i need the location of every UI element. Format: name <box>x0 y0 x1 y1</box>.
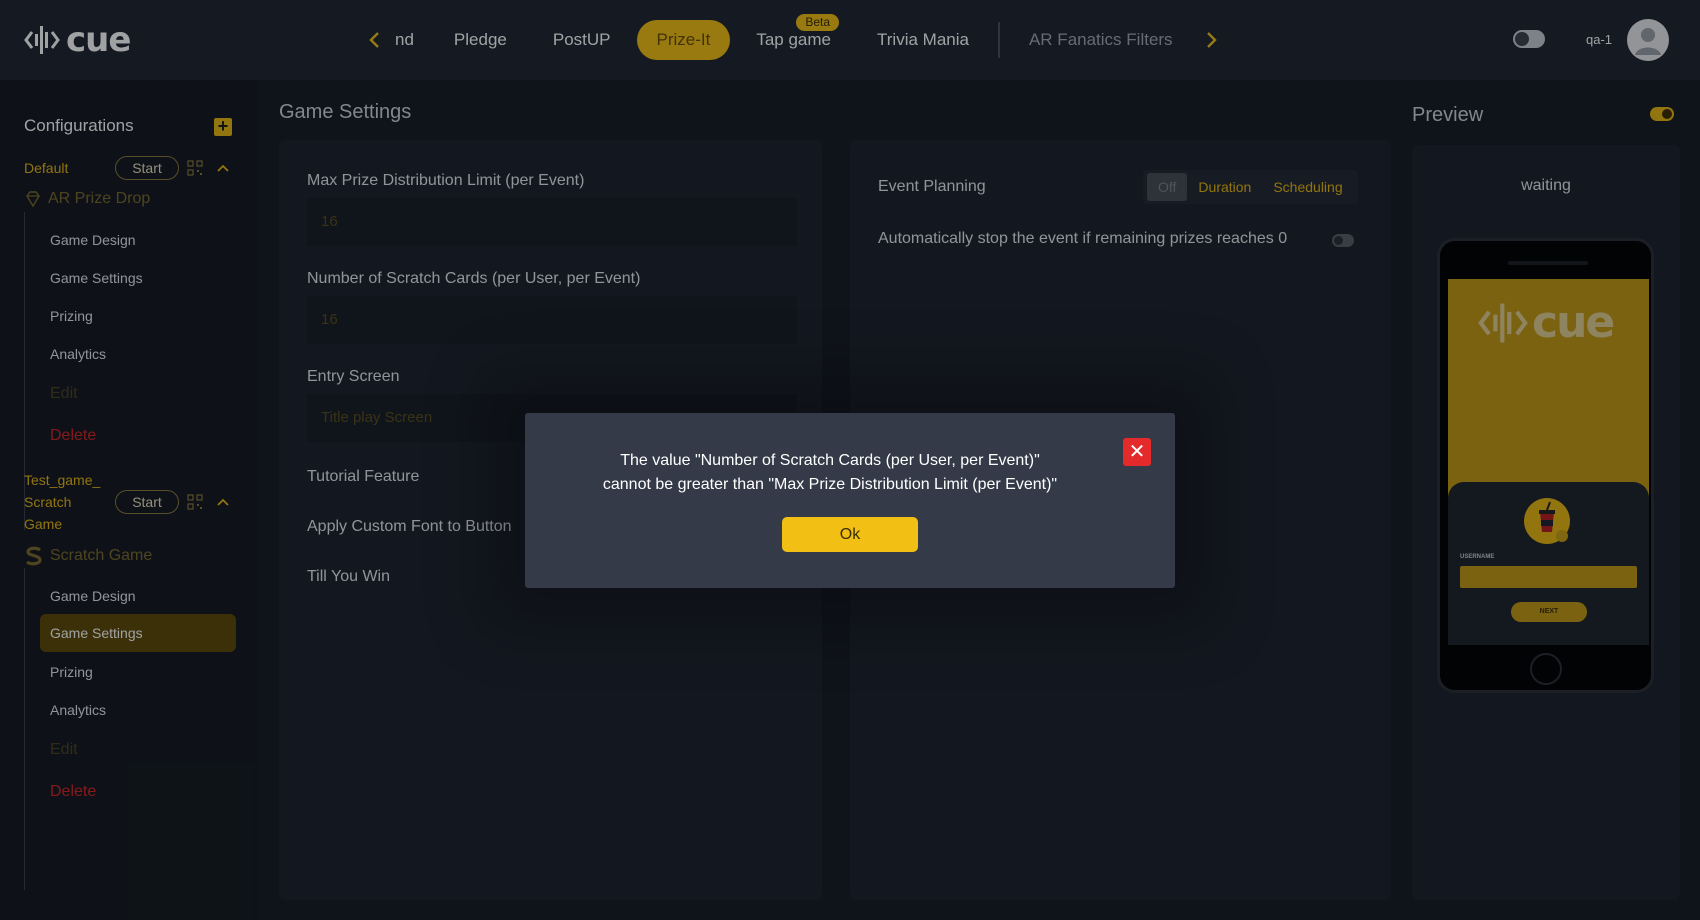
modal-message-line: cannot be greater than "Max Prize Distri… <box>602 476 1058 493</box>
modal-message: The value "Number of Scratch Cards (per … <box>565 449 1095 497</box>
modal-ok-button[interactable]: Ok <box>782 517 918 552</box>
close-icon: ✕ <box>1128 441 1146 463</box>
modal-close-button[interactable]: ✕ <box>1123 438 1151 466</box>
modal-message-line: The value "Number of Scratch Cards (per … <box>620 452 1040 469</box>
validation-error-modal: The value "Number of Scratch Cards (per … <box>525 413 1175 588</box>
